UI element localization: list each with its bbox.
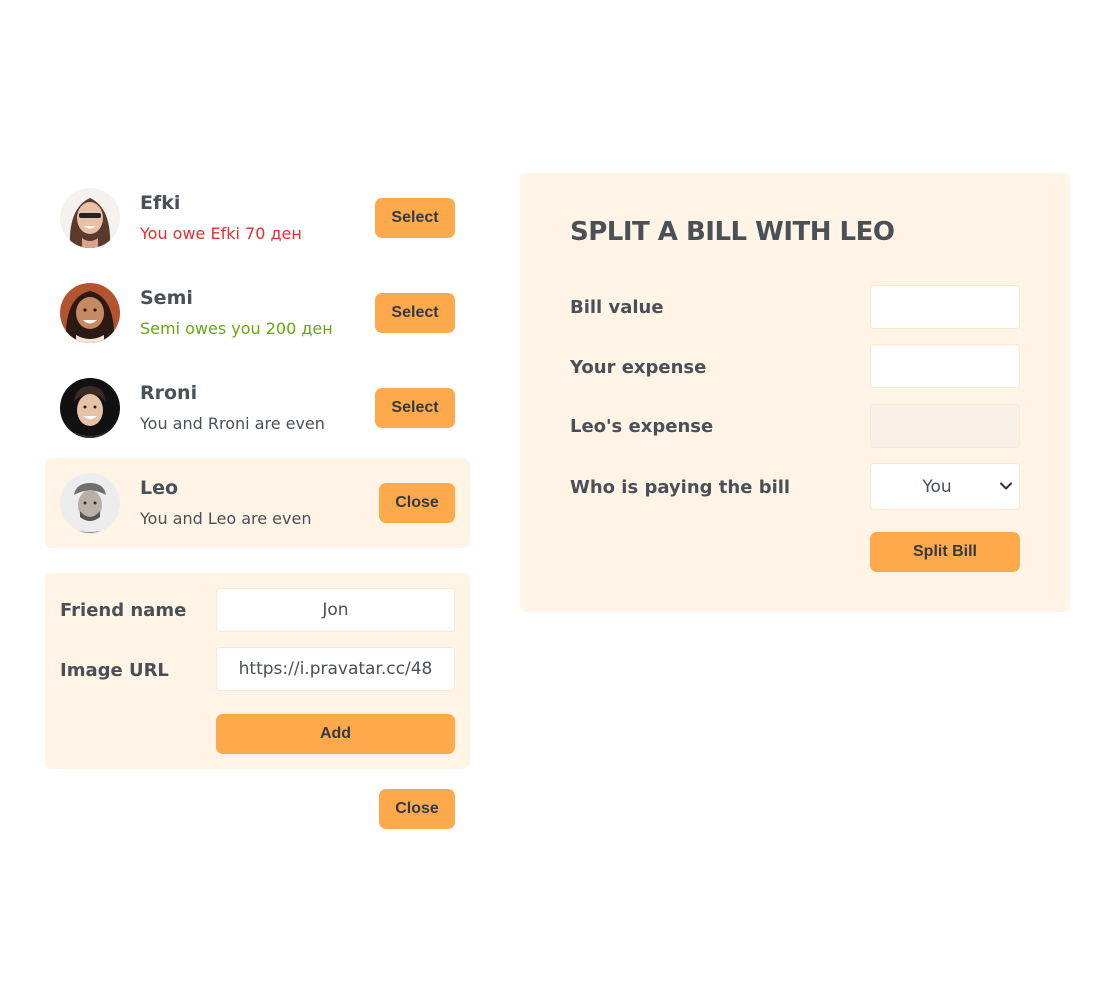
friend-balance-status: You and Leo are even — [140, 509, 312, 528]
payer-select[interactable]: You — [870, 463, 1020, 510]
payer-label: Who is paying the bill — [570, 477, 791, 498]
friend-item-semi: Semi Semi owes you 200 ден Select — [45, 268, 470, 358]
friend-balance-status: Semi owes you 200 ден — [140, 319, 333, 338]
friend-balance-status: You owe Efki 70 ден — [140, 224, 302, 243]
friend-name: Efki — [140, 192, 181, 214]
select-friend-button[interactable]: Select — [375, 198, 455, 238]
eat-n-split-app: Efki You owe Efki 70 ден Select Semi Sem… — [0, 0, 1105, 985]
friend-item-rroni: Rroni You and Rroni are even Select — [45, 363, 470, 453]
your-expense-label: Your expense — [570, 357, 707, 378]
split-bill-button[interactable]: Split Bill — [870, 532, 1020, 572]
add-friend-form: Friend name Image URL Add — [45, 573, 470, 769]
your-expense-input[interactable] — [870, 344, 1020, 388]
friend-expense-input — [870, 404, 1020, 448]
friend-item-efki: Efki You owe Efki 70 ден Select — [45, 173, 470, 263]
select-friend-button[interactable]: Select — [375, 388, 455, 428]
bill-value-input[interactable] — [870, 285, 1020, 329]
add-friend-button[interactable]: Add — [216, 714, 455, 754]
select-friend-button[interactable]: Select — [375, 293, 455, 333]
payer-select-value: You — [922, 477, 952, 497]
close-friend-button[interactable]: Close — [379, 483, 455, 523]
friend-name: Semi — [140, 287, 193, 309]
friend-name-label: Friend name — [60, 600, 187, 621]
close-add-form-button[interactable]: Close — [379, 789, 455, 829]
split-bill-form: SPLIT A BILL WITH LEO Bill value Your ex… — [520, 173, 1070, 612]
friend-name: Leo — [140, 477, 179, 499]
friend-name-input[interactable] — [216, 588, 455, 632]
friend-name: Rroni — [140, 382, 198, 404]
friend-avatar — [60, 378, 120, 438]
friend-item-leo: Leo You and Leo are even Close — [45, 458, 470, 548]
friend-balance-status: You and Rroni are even — [140, 414, 325, 433]
friend-avatar — [60, 473, 120, 533]
chevron-down-icon — [1000, 482, 1012, 490]
bill-value-label: Bill value — [570, 297, 664, 318]
split-bill-title: SPLIT A BILL WITH LEO — [570, 217, 895, 247]
friend-expense-label: Leo's expense — [570, 416, 714, 437]
image-url-input[interactable] — [216, 647, 455, 691]
friend-avatar — [60, 283, 120, 343]
friend-avatar — [60, 188, 120, 248]
image-url-label: Image URL — [60, 660, 169, 681]
